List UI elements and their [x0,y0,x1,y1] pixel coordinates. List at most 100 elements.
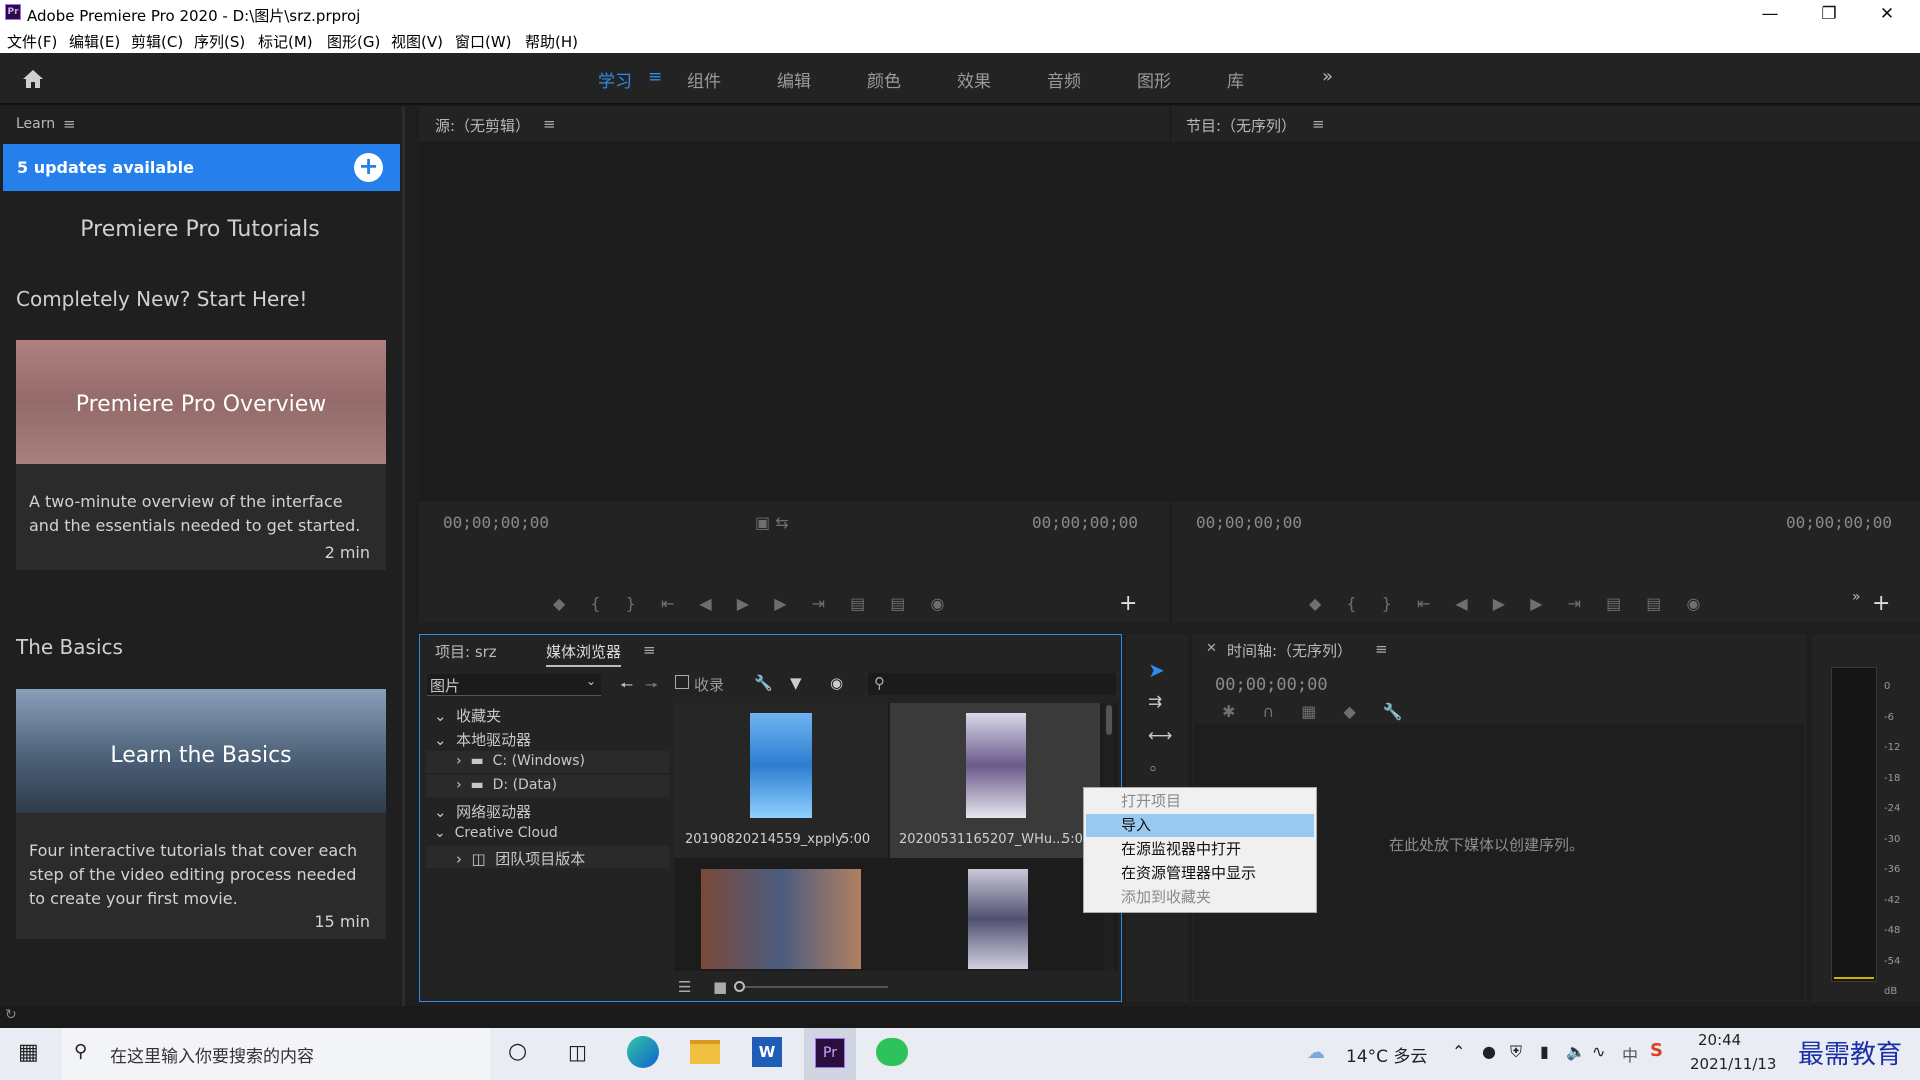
menu-sequence[interactable]: 序列(S) [194,31,245,52]
overflow-chevron-icon[interactable]: » [1322,66,1333,87]
tray-chevron-up-icon[interactable]: ⌃ [1452,1042,1465,1061]
clock-date[interactable]: 2021/11/13 [1690,1055,1776,1073]
ime-indicator[interactable]: 中 [1622,1042,1638,1066]
panel-menu-icon[interactable]: ≡ [1375,640,1388,658]
menu-edit[interactable]: 编辑(E) [69,31,120,52]
menu-help[interactable]: 帮助(H) [525,31,578,52]
menu-graphics[interactable]: 图形(G) [327,31,380,52]
add-button-icon[interactable]: + [1872,591,1890,616]
source-transport-controls[interactable]: ◆ { } ⇤ ◀ ▶ ▶ ⇥ ▤ ▤ ◉ [553,594,1053,613]
close-icon[interactable]: ✕ [1206,641,1217,656]
panel-menu-icon[interactable]: ≡ [543,115,556,133]
close-icon[interactable]: ✕ [1858,0,1916,28]
folder-select[interactable]: 图片 ⌄ [427,674,601,696]
thumbnail-zoom-slider[interactable] [734,981,888,992]
add-plus-icon[interactable]: + [354,153,383,182]
panel-menu-icon[interactable]: ≡ [643,641,656,659]
home-icon[interactable] [22,69,44,89]
forward-arrow-icon[interactable]: 🠖 [645,675,658,700]
tree-label: Creative Cloud [454,825,558,841]
section-start-here: Completely New? Start Here! [16,287,308,311]
premiere-taskbar-button[interactable]: Pr [804,1028,856,1080]
restore-icon[interactable]: ❐ [1800,0,1858,28]
sogou-ime-icon[interactable]: S [1650,1040,1663,1061]
file-explorer-icon[interactable] [690,1040,720,1064]
workspace-menu-icon[interactable]: ≡ [648,67,662,87]
tab-project[interactable]: 项目: srz [435,641,497,662]
list-view-icon[interactable]: ☰ [678,978,691,996]
minimize-icon[interactable]: — [1741,0,1799,28]
battery-icon[interactable]: ▮ [1540,1042,1549,1061]
icon-view-icon[interactable]: ■ [713,978,727,996]
tree-item-c-drive[interactable]: › ▬ C: (Windows) [426,751,669,773]
favorite-checkbox[interactable] [675,675,689,689]
workspace-color[interactable]: 颜色 [867,67,901,92]
workspace-effects[interactable]: 效果 [957,67,991,92]
meter-scale-tick: -24 [1884,803,1901,814]
razor-tool-icon[interactable]: ◦ [1148,760,1158,780]
tab-media-browser[interactable]: 媒体浏览器 [546,641,622,667]
menu-view[interactable]: 视图(V) [391,31,443,52]
ctx-reveal-in-explorer[interactable]: 在资源管理器中显示 [1086,862,1314,885]
menu-clip[interactable]: 剪辑(C) [131,31,183,52]
ctx-open-in-source-monitor[interactable]: 在源监视器中打开 [1086,838,1314,861]
clock-time[interactable]: 20:44 [1698,1031,1741,1049]
word-icon[interactable]: W [752,1037,782,1067]
program-transport-controls[interactable]: ◆ { } ⇤ ◀ ▶ ▶ ⇥ ▤ ▤ ◉ [1309,594,1809,613]
menu-window[interactable]: 窗口(W) [455,31,512,52]
menu-marker[interactable]: 标记(M) [258,31,313,52]
ripple-edit-tool-icon[interactable]: ⟷ [1148,726,1172,746]
updates-banner[interactable]: 5 updates available + [3,144,400,191]
sync-icon[interactable]: ↻ [5,1007,17,1023]
panel-menu-icon[interactable]: ≡ [1312,115,1325,133]
meter-scale-tick: -42 [1884,894,1901,906]
workspace-learning[interactable]: 学习 [598,67,632,92]
program-timecode-left[interactable]: 00;00;00;00 [1196,513,1302,532]
search-input[interactable]: ⚲ [868,673,1116,695]
edge-icon[interactable] [627,1036,659,1068]
back-arrow-icon[interactable]: 🠔 [620,675,633,700]
volume-icon[interactable]: 🔈 [1566,1042,1586,1061]
workspace-audio[interactable]: 音频 [1047,67,1081,92]
track-select-tool-icon[interactable]: ⇉ [1148,692,1162,712]
add-button-icon[interactable]: + [1119,591,1137,616]
ctx-import[interactable]: 导入 [1086,814,1314,837]
tree-item-local-drives[interactable]: ⌄ 本地驱动器 [434,729,531,750]
tree-item-d-drive[interactable]: › ▬ D: (Data) [426,775,669,797]
source-timecode-left[interactable]: 00;00;00;00 [443,513,549,532]
workspace-libraries[interactable]: 库 [1227,67,1244,92]
workspace-graphics[interactable]: 图形 [1137,67,1171,92]
panel-menu-icon[interactable]: ≡ [63,115,76,133]
security-shield-icon[interactable]: ⛨ [1510,1042,1522,1062]
microphone-icon[interactable]: ● [1482,1042,1496,1061]
cortana-icon[interactable]: ○ [508,1039,527,1064]
workspace-editing[interactable]: 编辑 [777,67,811,92]
file-tile[interactable]: 20190820214559_xpply 5:00 [674,703,888,858]
workspace-assembly[interactable]: 组件 [687,67,721,92]
view-eye-icon[interactable]: ◉ [830,674,843,692]
tree-item-network-drives[interactable]: ⌄ 网络驱动器 [434,801,531,822]
timeline-toolbar[interactable]: ✱ ∩ ▦ ◆ 🔧 [1222,702,1403,721]
file-thumbnail[interactable] [701,869,861,969]
file-thumbnail[interactable] [968,869,1028,969]
menu-file[interactable]: 文件(F) [7,31,57,52]
filter-icon[interactable]: ▼ [790,674,802,692]
wrench-icon[interactable]: 🔧 [754,674,773,692]
tutorial-card-basics[interactable]: Learn the Basics Four interactive tutori… [16,689,386,939]
taskbar-search-input[interactable]: ⚲ 在这里输入你要搜索的内容 [62,1028,490,1080]
wifi-icon[interactable]: ∿ [1592,1042,1605,1061]
timeline-timecode[interactable]: 00;00;00;00 [1215,675,1328,695]
tree-item-team-projects[interactable]: › ◫ 团队项目版本 [426,846,669,868]
task-view-icon[interactable]: ◫ [568,1040,587,1064]
wechat-icon[interactable] [876,1038,908,1066]
tree-item-creative-cloud[interactable]: ⌄ Creative Cloud [434,825,558,841]
tutorial-card-overview[interactable]: Premiere Pro Overview A two-minute overv… [16,340,386,570]
weather-text[interactable]: 14°C 多云 [1346,1042,1427,1067]
file-tile[interactable]: 20200531165207_WHu... 5:00 [890,703,1100,858]
drag-video-icon[interactable]: ▣ ⇆ [755,513,789,532]
tree-item-favorites[interactable]: ⌄ 收藏夹 [434,705,501,726]
selection-tool-icon[interactable]: ➤ [1148,658,1165,682]
overflow-chevron-icon[interactable]: » [1852,589,1861,605]
windows-start-icon[interactable]: ▦ [18,1040,39,1065]
learn-scrollbar[interactable] [402,107,405,1007]
